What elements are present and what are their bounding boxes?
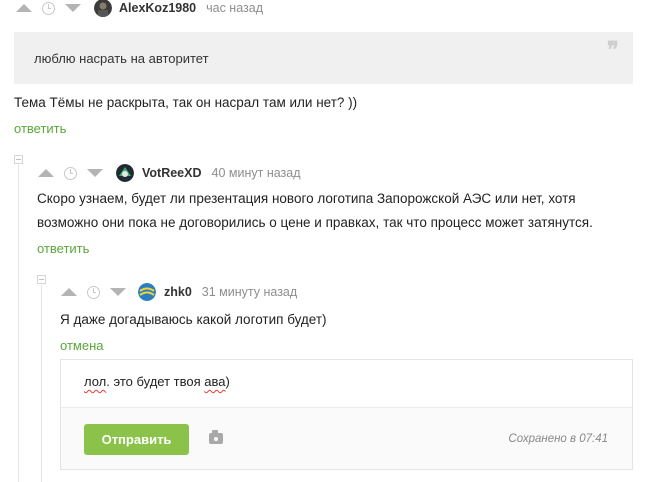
- quote-icon: ❞: [607, 37, 619, 63]
- clock-icon: [42, 1, 55, 15]
- upvote-icon[interactable]: [16, 4, 32, 12]
- avatar[interactable]: [138, 283, 156, 301]
- comment1-time[interactable]: час назад: [206, 1, 263, 15]
- comment1-text: Тема Тёмы не раскрыта, так он насрал там…: [14, 95, 358, 110]
- collapse-thread-button[interactable]: [37, 275, 46, 284]
- comment1-username[interactable]: AlexKoz1980: [119, 1, 196, 15]
- reply-input[interactable]: лол. это будет твоя ава): [84, 374, 230, 389]
- misspelled-word: ава: [204, 374, 226, 389]
- clock-icon: [64, 166, 77, 180]
- comment2-username[interactable]: VotReeXD: [142, 166, 202, 180]
- thread-line: [18, 165, 19, 482]
- downvote-icon[interactable]: [110, 288, 126, 296]
- thread-line: [41, 285, 42, 482]
- collapse-thread-button[interactable]: [14, 155, 23, 164]
- clock-icon: [87, 285, 100, 299]
- comment3-text: Я даже догадываюсь какой логотип будет): [60, 312, 327, 327]
- downvote-icon[interactable]: [65, 4, 81, 12]
- quote-text: люблю насрать на авторитет: [34, 51, 209, 66]
- comment3-header: zhk0 31 минуту назад: [61, 283, 297, 301]
- submit-button[interactable]: Отправить: [84, 424, 189, 455]
- upvote-icon[interactable]: [61, 288, 77, 296]
- comment2-header: VotReeXD 40 минут назад: [38, 164, 301, 182]
- reply-input-middle: . это будет твоя: [106, 374, 205, 389]
- comment3-time[interactable]: 31 минуту назад: [202, 285, 297, 299]
- comment2-time[interactable]: 40 минут назад: [212, 166, 301, 180]
- camera-icon[interactable]: [209, 430, 223, 444]
- comment1-header: AlexKoz1980 час назад: [14, 0, 263, 17]
- reply-input-suffix: ): [225, 374, 230, 389]
- reply-editor: лол. это будет твоя ава) Отправить Сохра…: [60, 359, 633, 470]
- comment2-text-line1: Скоро узнаем, будет ли презентация новог…: [37, 191, 576, 206]
- upvote-icon[interactable]: [38, 169, 54, 177]
- misspelled-word: лол: [84, 374, 107, 389]
- downvote-icon[interactable]: [87, 169, 103, 177]
- comment1-reply-link[interactable]: ответить: [14, 121, 66, 136]
- saved-status: Сохранено в 07:41: [508, 433, 608, 445]
- comment3-username[interactable]: zhk0: [164, 285, 192, 299]
- avatar[interactable]: [94, 0, 112, 17]
- comment2-text-line2: возможно они пока не договорились о цене…: [37, 215, 593, 230]
- comment3-cancel-link[interactable]: отмена: [60, 338, 103, 353]
- avatar[interactable]: [116, 164, 134, 182]
- comment2-reply-link[interactable]: ответить: [37, 241, 89, 256]
